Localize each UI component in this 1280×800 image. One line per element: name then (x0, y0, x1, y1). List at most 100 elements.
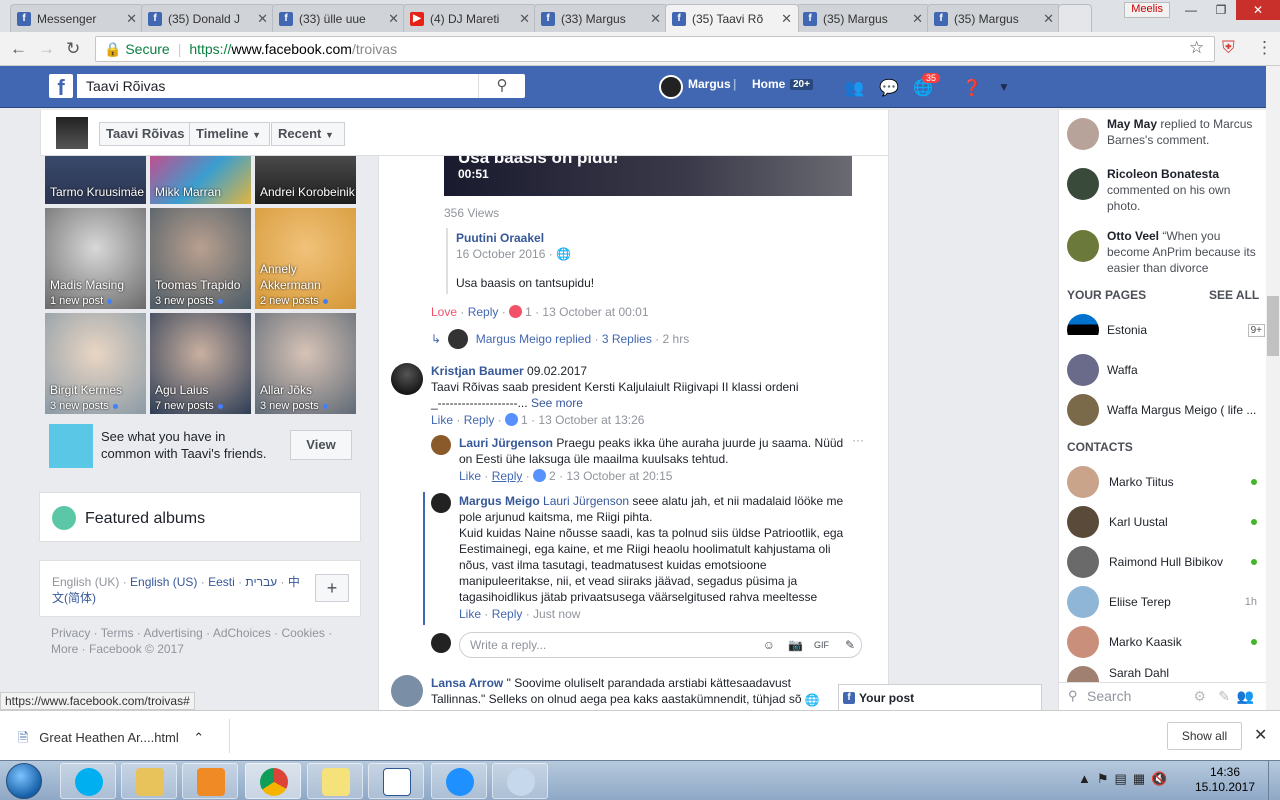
paint-taskbar-button[interactable] (492, 763, 548, 799)
comment-author-link[interactable]: Kristjan Baumer (431, 364, 524, 378)
friend-requests-icon[interactable]: 👥 (844, 78, 864, 98)
timeline-dropdown[interactable]: Timeline ▼ (189, 122, 270, 146)
like-link[interactable]: Like (459, 469, 481, 483)
explorer-taskbar-button[interactable] (121, 763, 177, 799)
profile-name-button[interactable]: Taavi Rõivas (99, 122, 192, 146)
friend-tile[interactable]: Tarmo Kruusimäe (45, 156, 146, 204)
close-icon[interactable]: ✕ (388, 11, 399, 27)
ticker-item[interactable]: Otto Veel “When you become AnPrim becaus… (1067, 228, 1259, 274)
friend-tile[interactable]: Annely Akkermann 2 new posts (255, 208, 356, 309)
video-player[interactable]: Usa baasis on pidu! 00:51 (444, 156, 852, 196)
avatar[interactable] (391, 363, 423, 395)
account-menu-icon[interactable]: ▼ (998, 80, 1010, 94)
contact-item[interactable]: Eliise Terep 1h (1067, 586, 1257, 618)
profile-picture[interactable] (56, 117, 88, 149)
close-icon[interactable]: ✕ (912, 11, 923, 27)
friend-tile[interactable]: Madis Masing 1 new post (45, 208, 146, 309)
comment-author-link[interactable]: Lauri Jürgenson (459, 436, 553, 450)
friend-tile[interactable]: Birgit Kermes 3 new posts (45, 313, 146, 414)
browser-tab[interactable]: f (35) Margus ✕ (927, 4, 1061, 32)
browser-tab[interactable]: f (33) Margus ✕ (534, 4, 668, 32)
language-link[interactable]: English (US) (130, 575, 197, 589)
home-link[interactable]: Home (752, 77, 785, 91)
ie-taskbar-button[interactable] (431, 763, 487, 799)
page-item[interactable]: Estonia 9+ (1067, 314, 1265, 346)
browser-tab-active[interactable]: f (35) Taavi Rõ ✕ (665, 4, 799, 32)
love-link[interactable]: Love (431, 305, 457, 319)
like-link[interactable]: Like (431, 413, 453, 427)
network-icon[interactable]: ▦ (1133, 771, 1151, 786)
reply-link[interactable]: Reply (492, 469, 523, 483)
chat-search-input[interactable]: ⚲ Search ⚙ ✎ 👥 (1059, 682, 1266, 710)
back-icon[interactable]: ← (10, 39, 27, 59)
extension-shield-icon[interactable]: ⛨ (1222, 38, 1235, 58)
see-all-link[interactable]: SEE ALL (1209, 288, 1259, 302)
ticker-item[interactable]: May May replied to Marcus Barnes's comme… (1067, 116, 1259, 150)
system-tray[interactable]: ▲⚑▤▦🔇 (1078, 771, 1173, 787)
scrollbar-thumb[interactable] (1267, 296, 1279, 356)
globe-icon[interactable]: 🌐 (801, 690, 823, 710)
facebook-logo-icon[interactable]: f (49, 74, 73, 100)
device-icon[interactable]: ▤ (1115, 771, 1133, 786)
scrollbar[interactable] (1266, 66, 1280, 710)
help-icon[interactable]: ❓ (962, 78, 982, 98)
close-window-icon[interactable]: ✕ (1236, 0, 1280, 20)
compose-icon[interactable]: ✎ (1218, 683, 1230, 709)
like-link[interactable]: Like (459, 607, 481, 621)
download-item[interactable]: 🗎 Great Heathen Ar....html ⌃ (18, 729, 204, 751)
search-input[interactable]: Taavi Rõivas (77, 74, 525, 98)
avatar[interactable] (659, 75, 683, 99)
view-button[interactable]: View (290, 430, 352, 460)
sticker-icon[interactable]: ✎ (845, 633, 855, 657)
featured-albums-card[interactable]: Featured albums (39, 492, 361, 542)
reply-link[interactable]: Reply (468, 305, 499, 319)
friend-tile[interactable]: Allar Jõks 3 new posts (255, 313, 356, 414)
bookmark-star-icon[interactable]: ☆ (1189, 38, 1204, 58)
close-icon[interactable]: ✕ (1043, 11, 1054, 27)
start-button[interactable] (6, 763, 42, 799)
document-taskbar-button[interactable] (368, 763, 424, 799)
shared-author-link[interactable]: Puutini Oraakel (456, 231, 544, 245)
show-hidden-icon[interactable]: ▲ (1078, 771, 1097, 786)
reload-icon[interactable]: ↻ (66, 39, 80, 59)
friend-tile[interactable]: Toomas Trapido 3 new posts (150, 208, 251, 309)
address-bar[interactable]: 🔒 Secure | https://www.facebook.com/troi… (95, 36, 1215, 62)
more-options-icon[interactable]: ··· (852, 433, 864, 447)
maximize-icon[interactable]: ❐ (1206, 0, 1236, 20)
avatar[interactable] (431, 493, 451, 513)
flag-icon[interactable]: ⚑ (1097, 771, 1115, 786)
close-icon[interactable]: ✕ (126, 11, 137, 27)
new-tab-button[interactable] (1058, 4, 1092, 32)
messenger-icon[interactable]: 💬 (879, 78, 899, 98)
avatar[interactable] (431, 435, 451, 455)
ticker-item[interactable]: Ricoleon Bonatesta commented on his own … (1067, 166, 1259, 214)
chrome-taskbar-button[interactable] (245, 763, 301, 799)
camera-icon[interactable]: 📷 (788, 633, 803, 657)
browser-tab[interactable]: f (35) Margus ✕ (796, 4, 930, 32)
emoji-icon[interactable]: ☺ (763, 633, 775, 657)
search-icon[interactable]: ⚲ (478, 74, 525, 98)
browser-tab[interactable]: f (33) ülle uue ✕ (272, 4, 406, 32)
volume-icon[interactable]: 🔇 (1151, 771, 1173, 786)
recent-dropdown[interactable]: Recent ▼ (271, 122, 345, 146)
profile-link[interactable]: Margus (688, 77, 731, 91)
notes-taskbar-button[interactable] (307, 763, 363, 799)
add-language-button[interactable]: + (315, 574, 349, 602)
contact-item[interactable]: Sarah Dahl (1067, 666, 1257, 682)
comment-author-link[interactable]: Margus Meigo (459, 494, 540, 508)
language-link[interactable]: עברית (245, 575, 277, 589)
media-taskbar-button[interactable] (182, 763, 238, 799)
clock[interactable]: 14:36 15.10.2017 (1190, 765, 1260, 795)
comment-author-link[interactable]: Lansa Arrow (431, 676, 503, 690)
show-all-button[interactable]: Show all (1167, 722, 1242, 750)
reply-link[interactable]: Reply (492, 607, 523, 621)
replies-summary[interactable]: ↳ Margus Meigo replied · 3 Replies · 2 h… (431, 329, 689, 349)
page-item[interactable]: Waffa Margus Meigo ( life ... (1067, 394, 1257, 426)
contact-item[interactable]: Karl Uustal (1067, 506, 1257, 538)
friend-tile[interactable]: Mikk Marran (150, 156, 251, 204)
see-more-link[interactable]: See more (531, 396, 583, 410)
contact-item[interactable]: Marko Tiitus (1067, 466, 1257, 498)
minimize-icon[interactable]: — (1176, 0, 1206, 20)
group-icon[interactable]: 👥 (1237, 683, 1254, 709)
replies-link[interactable]: 3 Replies (602, 332, 652, 346)
